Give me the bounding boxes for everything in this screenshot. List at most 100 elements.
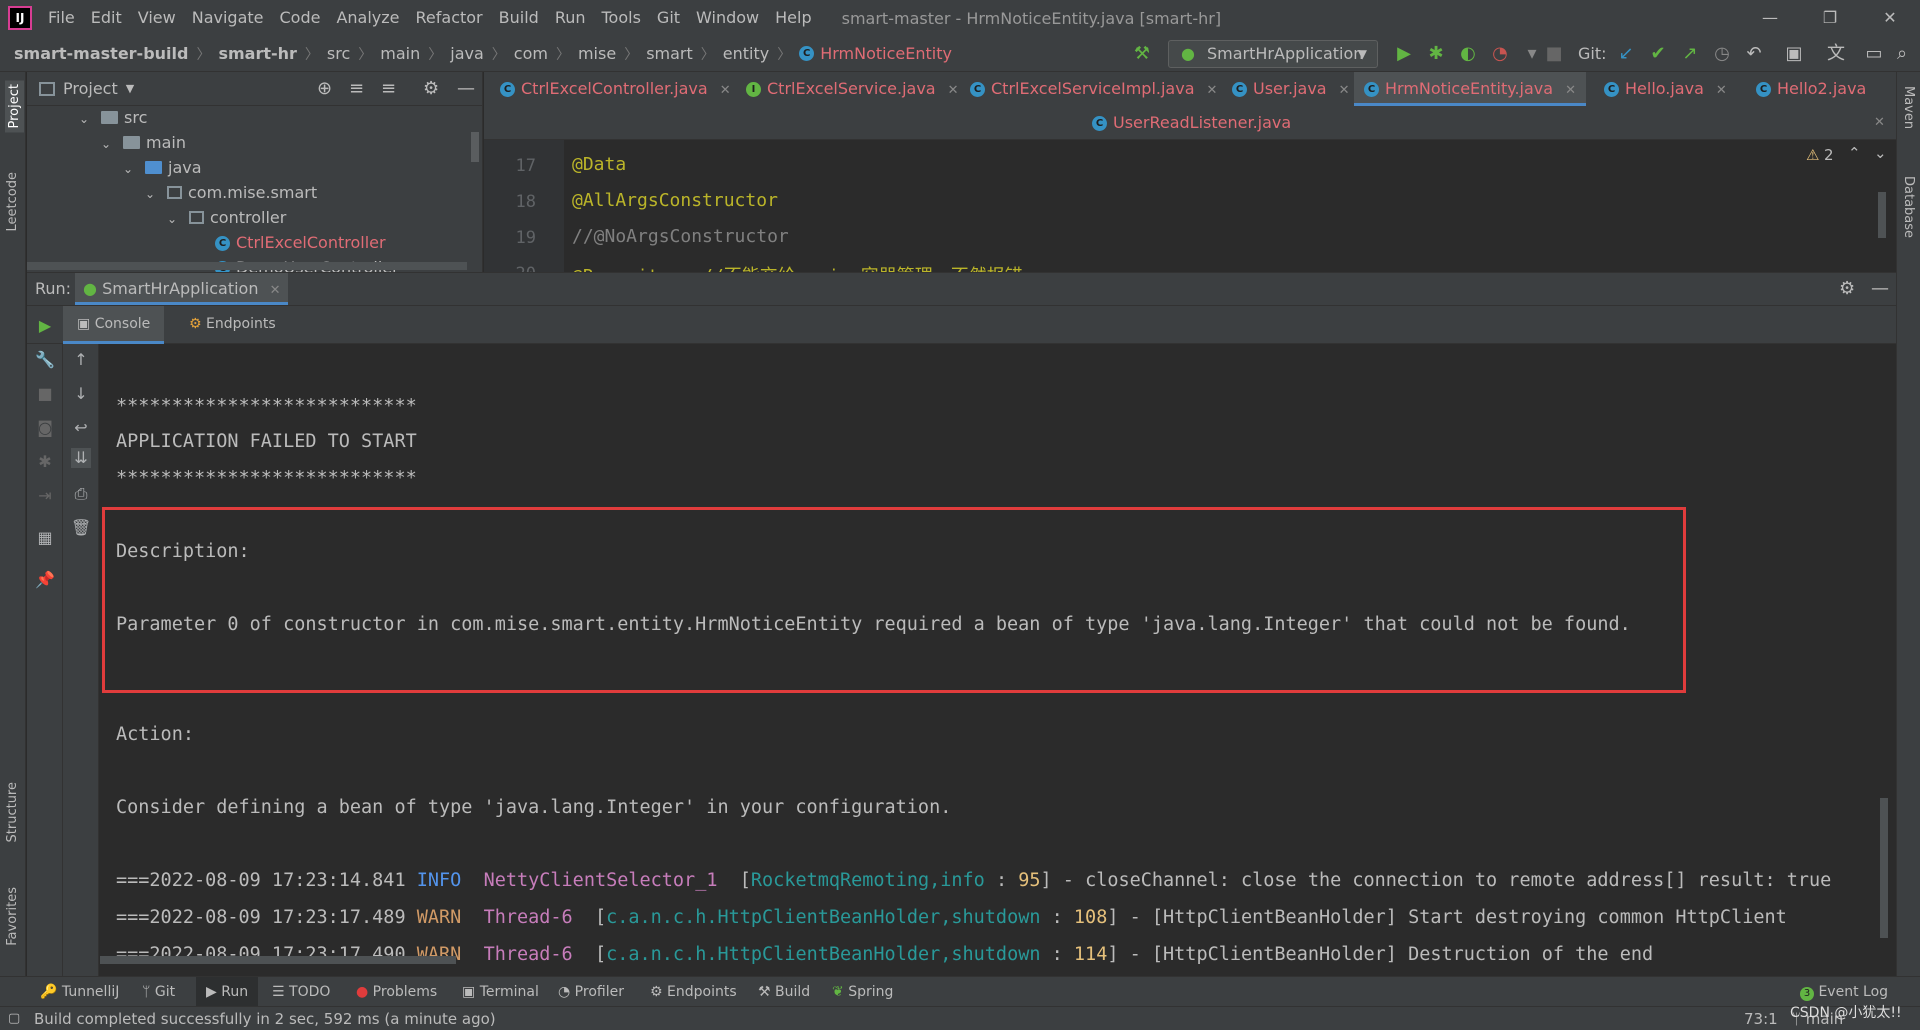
tab-hrmnoticeentity[interactable]: C HrmNoticeEntity.java ✕ xyxy=(1354,72,1586,106)
run-icon[interactable]: ▶ xyxy=(1392,42,1416,66)
hide-panel-icon[interactable]: — xyxy=(457,78,475,99)
search-icon[interactable]: ⌕ xyxy=(1890,42,1914,66)
status-panel-icon[interactable]: ▢ xyxy=(8,1007,20,1030)
presentation-icon[interactable]: ▭ xyxy=(1862,42,1886,66)
tool-build[interactable]: ⚒ Build xyxy=(758,977,810,1007)
code-line[interactable]: //@NoArgsConstructor xyxy=(572,226,789,247)
structure-tool-button[interactable]: Structure xyxy=(5,782,20,842)
tree-item-java[interactable]: ⌄ java xyxy=(123,156,202,180)
rollback-icon[interactable]: ↶ xyxy=(1742,42,1766,66)
close-tab-icon[interactable]: ✕ xyxy=(1339,83,1350,98)
code-editor[interactable]: 17 @Data 18 @AllArgsConstructor 19 //@No… xyxy=(484,140,1896,272)
close-tab-icon[interactable]: ✕ xyxy=(948,83,959,98)
tool-tunnellij[interactable]: 🔑 TunnelliJ xyxy=(40,977,119,1007)
restore-button[interactable]: ❐ xyxy=(1800,0,1860,36)
breadcrumb-mise[interactable]: mise xyxy=(578,44,616,63)
next-highlight-icon[interactable]: ⌄ xyxy=(1874,144,1887,162)
close-tab-icon[interactable]: ✕ xyxy=(1874,106,1885,140)
tool-spring[interactable]: ❦ Spring xyxy=(832,977,893,1007)
close-tab-icon[interactable]: ✕ xyxy=(1565,83,1576,98)
menu-help[interactable]: Help xyxy=(767,0,819,36)
breadcrumb-smart[interactable]: smart xyxy=(646,44,693,63)
code-line[interactable]: @Data xyxy=(572,154,626,175)
console-vertical-scrollbar[interactable] xyxy=(1880,798,1888,938)
project-structure-icon[interactable]: ▣ xyxy=(1782,42,1806,66)
tab-hello[interactable]: C Hello.java ✕ xyxy=(1594,72,1737,106)
stop-icon[interactable]: ■ xyxy=(1542,42,1566,66)
menu-build[interactable]: Build xyxy=(491,0,547,36)
translate-icon[interactable]: 文 xyxy=(1824,42,1848,66)
build-hammer-icon[interactable]: ⚒ xyxy=(1130,42,1154,66)
database-tool-button[interactable]: Database xyxy=(1901,176,1916,238)
tree-item-package[interactable]: ⌄ com.mise.smart xyxy=(145,181,317,205)
breadcrumb-java[interactable]: java xyxy=(450,44,484,63)
close-tab-icon[interactable]: ✕ xyxy=(1207,83,1218,98)
warning-count[interactable]: 2 xyxy=(1824,146,1834,164)
coverage-icon[interactable]: ◐ xyxy=(1456,42,1480,66)
more-run-icon[interactable]: ▾ xyxy=(1520,42,1544,66)
menu-navigate[interactable]: Navigate xyxy=(184,0,272,36)
menu-refactor[interactable]: Refactor xyxy=(408,0,491,36)
close-tab-icon[interactable]: ✕ xyxy=(270,283,281,298)
git-history-icon[interactable]: ◷ xyxy=(1710,42,1734,66)
gear-icon[interactable]: ⚙ xyxy=(423,78,439,99)
hide-panel-icon[interactable]: — xyxy=(1871,273,1889,305)
previous-highlight-icon[interactable]: ⌃ xyxy=(1848,144,1861,162)
tab-console[interactable]: ▣ Console xyxy=(63,306,165,344)
menu-edit[interactable]: Edit xyxy=(83,0,130,36)
tree-item-main[interactable]: ⌄ main xyxy=(101,131,186,155)
vertical-scrollbar[interactable] xyxy=(471,132,479,162)
status-message[interactable]: Build completed successfully in 2 sec, 5… xyxy=(34,1007,496,1030)
project-panel-title[interactable]: Project xyxy=(63,79,118,98)
tool-terminal[interactable]: ▣ Terminal xyxy=(462,977,539,1007)
gear-icon[interactable]: ⚙ xyxy=(1839,273,1855,305)
breadcrumb-class[interactable]: HrmNoticeEntity xyxy=(820,44,952,63)
code-line[interactable]: @AllArgsConstructor xyxy=(572,190,778,211)
tab-ctrlexcelservice[interactable]: I CtrlExcelService.java ✕ xyxy=(736,72,969,106)
tab-userreadlistener[interactable]: C UserReadListener.java xyxy=(1082,106,1301,140)
debug-icon[interactable]: ✱ xyxy=(35,452,55,472)
git-update-icon[interactable]: ↙ xyxy=(1614,42,1638,66)
tree-item-controller[interactable]: ⌄ controller xyxy=(167,206,286,230)
debug-icon[interactable]: ✱ xyxy=(1424,42,1448,66)
pin-icon[interactable]: 📌 xyxy=(35,570,55,590)
menu-view[interactable]: View xyxy=(130,0,184,36)
tab-ctrlexcelcontroller[interactable]: C CtrlExcelController.java ✕ xyxy=(490,72,741,106)
breadcrumb-project[interactable]: smart-master-build xyxy=(14,44,188,63)
locate-icon[interactable]: ⊕ xyxy=(317,78,332,99)
breadcrumb-com[interactable]: com xyxy=(514,44,548,63)
scroll-to-end-icon[interactable]: ⇊ xyxy=(71,448,91,468)
caret-position[interactable]: 73:1 xyxy=(1744,1007,1778,1030)
chevron-down-icon[interactable]: ▼ xyxy=(126,82,134,95)
camera-icon[interactable]: ◙ xyxy=(35,418,55,438)
tree-item-ctrlexcelcontroller[interactable]: C CtrlExcelController xyxy=(215,231,386,255)
tool-endpoints[interactable]: ⚙ Endpoints xyxy=(650,977,737,1007)
console-horizontal-scrollbar[interactable] xyxy=(100,956,456,964)
breadcrumb-entity[interactable]: entity xyxy=(723,44,769,63)
tab-user[interactable]: C User.java ✕ xyxy=(1222,72,1360,106)
minimize-button[interactable]: — xyxy=(1740,0,1800,36)
git-commit-icon[interactable]: ✔ xyxy=(1646,42,1670,66)
favorites-tool-button[interactable]: Favorites xyxy=(5,887,20,946)
run-configuration-select[interactable]: SmartHrApplication ▼ ● xyxy=(1168,40,1378,68)
tool-git[interactable]: ᛘ Git xyxy=(142,977,175,1007)
code-line[interactable]: @Repository //不能交给spring容器管理，不然报错 xyxy=(572,262,1023,272)
close-button[interactable]: ✕ xyxy=(1860,0,1920,36)
breadcrumb-main[interactable]: main xyxy=(380,44,420,63)
stop-icon[interactable]: ■ xyxy=(35,384,55,404)
expand-all-icon[interactable]: ≡ xyxy=(349,78,364,99)
breadcrumb-module[interactable]: smart-hr xyxy=(218,44,296,63)
soft-wrap-icon[interactable]: ↩ xyxy=(71,418,91,438)
tool-problems[interactable]: ● Problems xyxy=(356,977,437,1007)
project-tool-button[interactable]: Project xyxy=(5,80,24,133)
profile-icon[interactable]: ◔ xyxy=(1488,42,1512,66)
console-output[interactable]: *************************** APPLICATION … xyxy=(100,344,1896,966)
maven-tool-button[interactable]: Maven xyxy=(1901,86,1916,129)
menu-tools[interactable]: Tools xyxy=(594,0,649,36)
breadcrumb-src[interactable]: src xyxy=(327,44,350,63)
tab-endpoints[interactable]: ⚙ Endpoints xyxy=(179,306,286,344)
tab-hello2[interactable]: C Hello2.java xyxy=(1746,72,1876,106)
editor-scrollbar[interactable] xyxy=(1878,192,1886,238)
menu-run[interactable]: Run xyxy=(547,0,594,36)
tool-profiler[interactable]: ◔ Profiler xyxy=(558,977,624,1007)
